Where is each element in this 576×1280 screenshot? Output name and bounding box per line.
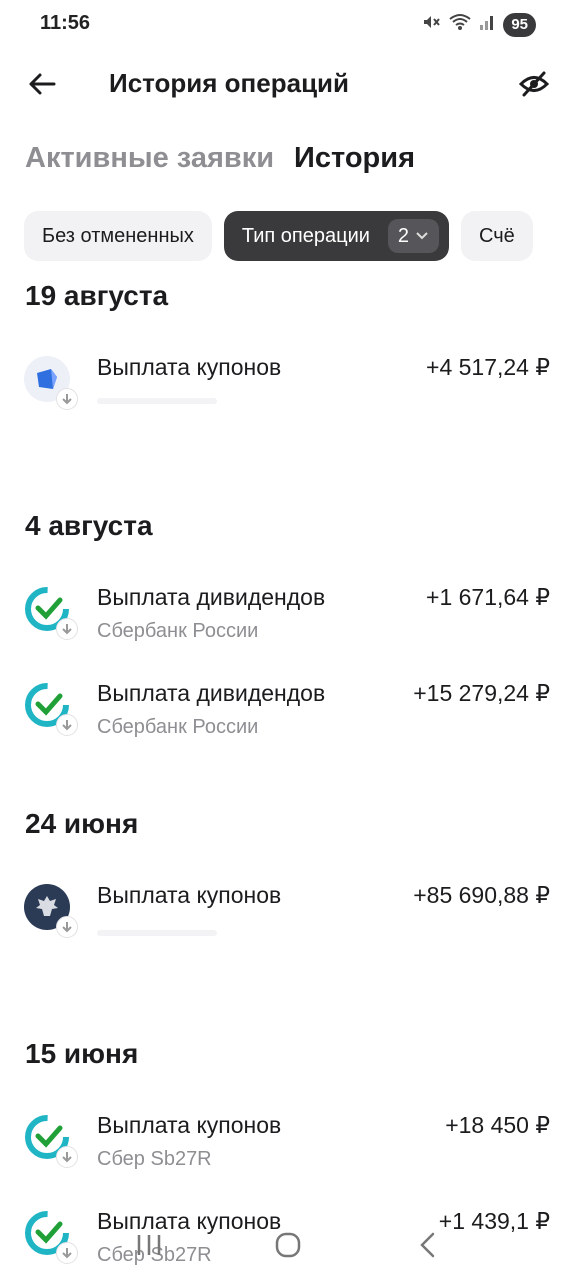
date-header: 4 августа (25, 510, 153, 541)
filter-operation-type[interactable]: Тип операции 2 (223, 211, 450, 261)
operation-amount: +85 690,88 ₽ (413, 882, 550, 908)
operation-icon (24, 884, 78, 938)
operation-amount: +4 517,24 ₽ (426, 354, 550, 380)
date-header: 19 августа (25, 280, 169, 311)
signal-icon (479, 13, 495, 37)
filter-bar: Без отмененных Тип операции 2 Счё (24, 211, 576, 263)
tab-bar: Активные заявки История (25, 142, 415, 175)
operation-icon (24, 586, 78, 640)
operation-title: Выплата дивидендов (97, 680, 326, 706)
operation-row[interactable]: Выплата дивидендов Сбербанк России +15 2… (0, 668, 576, 764)
filter-count: 2 (397, 224, 410, 247)
operation-subtitle: Сбербанк России (97, 620, 259, 642)
chevron-down-icon (416, 232, 428, 240)
filter-count-badge: 2 (387, 219, 440, 253)
hidden-subtitle (97, 930, 217, 936)
back-button[interactable] (20, 64, 64, 104)
home-icon (275, 1232, 301, 1258)
download-icon (56, 388, 78, 410)
tab-history[interactable]: История (294, 142, 415, 175)
hide-balance-button[interactable] (512, 64, 556, 104)
filter-accounts[interactable]: Счё (461, 211, 533, 261)
tab-active-orders[interactable]: Активные заявки (25, 142, 274, 175)
system-nav-bar (0, 1210, 576, 1280)
status-bar: 11:56 95 (0, 0, 576, 50)
operation-amount: +15 279,24 ₽ (413, 680, 550, 706)
system-back-button[interactable] (397, 1220, 457, 1270)
battery-badge: 95 (503, 13, 536, 37)
download-icon (56, 618, 78, 640)
operation-row[interactable]: Выплата купонов Сбер Sb27R +18 450 ₽ (0, 1100, 576, 1196)
recents-icon (138, 1235, 161, 1255)
page-title: История операций (109, 68, 350, 98)
operation-title: Выплата дивидендов (97, 584, 326, 610)
download-icon (56, 1146, 78, 1168)
operation-subtitle: Сбербанк России (97, 716, 259, 738)
app-header: История операций (0, 56, 576, 112)
arrow-left-icon (29, 73, 56, 95)
date-header: 24 июня (25, 808, 139, 839)
operation-title: Выплата купонов (97, 354, 282, 380)
filter-no-cancelled[interactable]: Без отмененных (24, 211, 212, 261)
operation-icon (24, 1114, 78, 1168)
back-icon (419, 1232, 434, 1258)
mute-icon (421, 12, 441, 38)
operation-title: Выплата купонов (97, 882, 282, 908)
status-time: 11:56 (40, 12, 91, 34)
operation-row[interactable]: Выплата купонов +85 690,88 ₽ (0, 870, 576, 966)
operation-row[interactable]: Выплата купонов +4 517,24 ₽ (0, 342, 576, 438)
operation-icon (24, 356, 78, 410)
filter-operation-type-label: Тип операции (241, 224, 370, 247)
wifi-icon (449, 13, 471, 37)
recents-button[interactable] (119, 1220, 179, 1270)
date-header: 15 июня (25, 1038, 139, 1069)
download-icon (56, 714, 78, 736)
hidden-subtitle (97, 398, 217, 404)
status-icons: 95 (421, 12, 536, 38)
operations-list: 19 августа Выплата купонов +4 517,24 ₽ 4… (0, 272, 576, 1280)
download-icon (56, 916, 78, 938)
operation-row[interactable]: Выплата дивидендов Сбербанк России +1 67… (0, 572, 576, 668)
operation-subtitle: Сбер Sb27R (97, 1148, 212, 1170)
operation-amount: +18 450 ₽ (445, 1112, 550, 1138)
eye-off-icon (519, 71, 549, 97)
operation-title: Выплата купонов (97, 1112, 282, 1138)
operation-amount: +1 671,64 ₽ (426, 584, 550, 610)
home-button[interactable] (258, 1220, 318, 1270)
operation-icon (24, 682, 78, 736)
